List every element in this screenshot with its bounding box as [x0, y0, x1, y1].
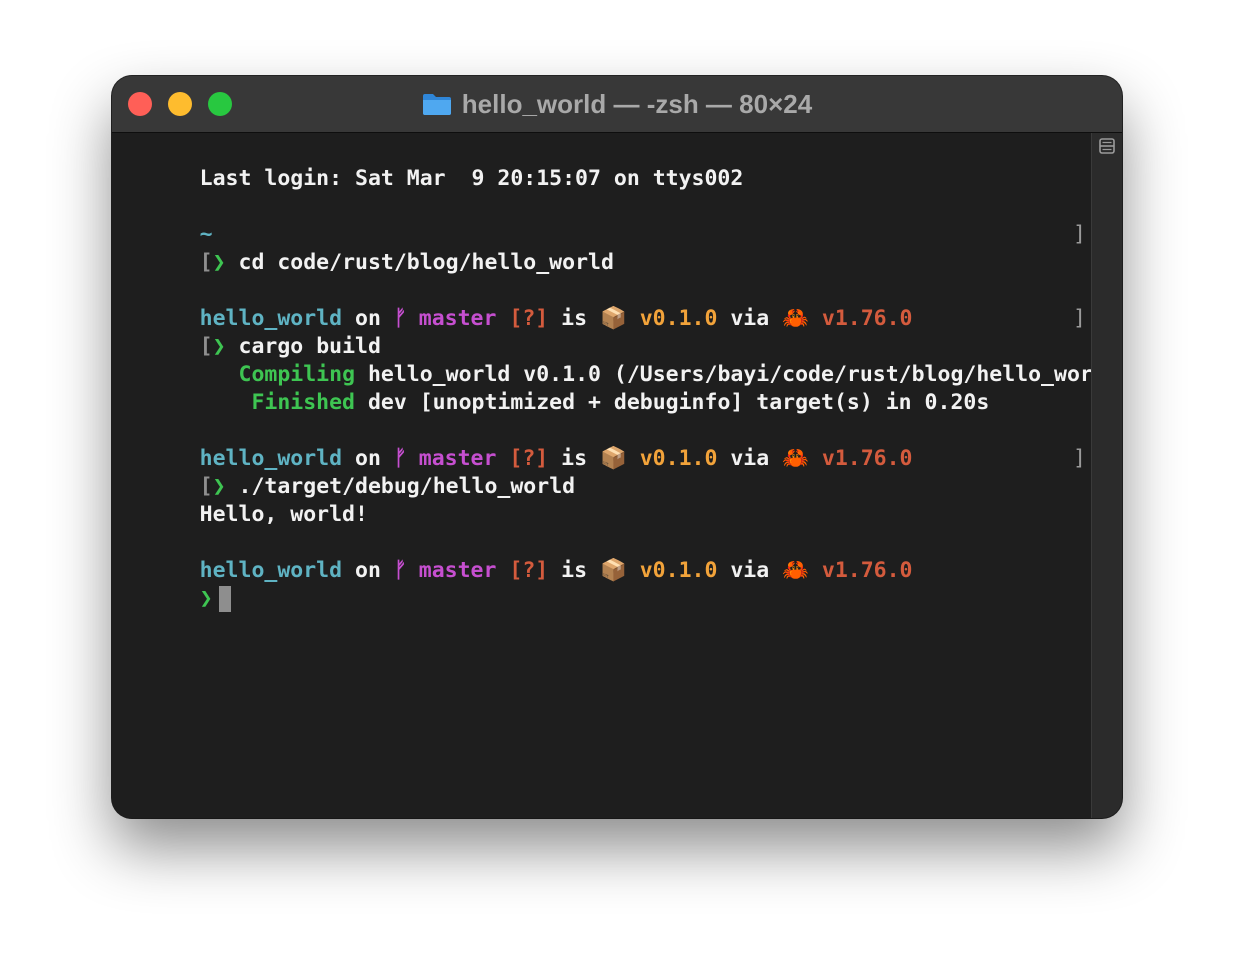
- prompt-line: hello_world on ᚠ master [?] is 📦 v0.1.0 v…: [199, 558, 913, 583]
- last-login-line: Last login: Sat Mar 9 20:15:07 on ttys00…: [199, 166, 744, 191]
- program-output: Hello, world!: [199, 502, 368, 527]
- terminal-content[interactable]: Last login: Sat Mar 9 20:15:07 on ttys00…: [112, 133, 1122, 818]
- window-title-area: hello_world — -zsh — 80×24: [112, 76, 1122, 132]
- title-bar[interactable]: hello_world — -zsh — 80×24: [112, 76, 1122, 133]
- active-prompt-line[interactable]: ❯: [122, 557, 1092, 612]
- command-line-run: [❯ ./target/debug/hello_world ]: [199, 446, 1086, 499]
- finished-output: Finished dev [unoptimized + debuginfo] t…: [251, 390, 990, 415]
- terminal-window: hello_world — -zsh — 80×24 Last login: S…: [112, 76, 1122, 818]
- prompt-line: hello_world on ᚠ master [?] is 📦 v0.1.0 v…: [199, 306, 913, 331]
- window-title: hello_world — -zsh — 80×24: [461, 88, 813, 119]
- prompt-line: hello_world on ᚠ master [?] is 📦 v0.1.0 v…: [199, 446, 913, 471]
- scrollbar-track[interactable]: [1091, 133, 1122, 818]
- command-line-build: [❯ cargo build ]: [199, 306, 1086, 359]
- text-cursor: [218, 586, 231, 612]
- prompt-symbol: ❯: [199, 586, 213, 611]
- home-directory-line: ~: [122, 193, 1092, 247]
- split-pane-icon[interactable]: [1099, 138, 1115, 154]
- command-line-cd: [❯ cd code/rust/blog/hello_world ]: [199, 222, 1086, 275]
- compiling-output: Compiling hello_world v0.1.0 (/Users/bay…: [238, 362, 1122, 387]
- folder-icon: [422, 92, 452, 116]
